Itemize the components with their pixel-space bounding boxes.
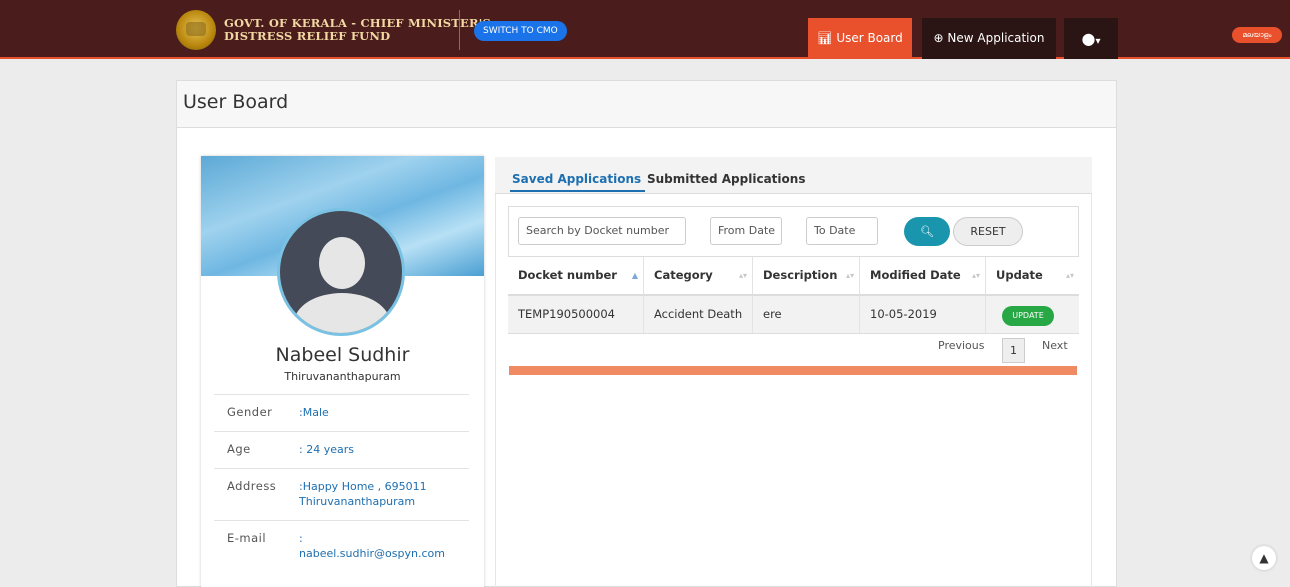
table-row: TEMP190500004 Accident Death ere 10-05-2…: [508, 296, 1079, 334]
brand[interactable]: GOVT. OF KERALA - CHIEF MINISTER'S DISTR…: [176, 10, 491, 50]
application-tabs: Saved Applications Submitted Application…: [495, 157, 1092, 194]
from-date-input[interactable]: From Date: [710, 217, 782, 245]
bar-chart-icon: 📊︎: [817, 31, 833, 45]
info-label: E-mail: [227, 531, 267, 545]
chevron-up-icon: ▲: [1259, 551, 1269, 565]
info-row-address: Address :Happy Home , 695011 Thiruvanant…: [214, 468, 469, 520]
profile-info: Gender :Male Age : 24 years Address :Hap…: [214, 394, 469, 572]
info-value: : nabeel.sudhir@ospyn.com: [299, 532, 445, 560]
avatar: [277, 208, 405, 336]
table-header: Docket number ▲ Category ▴▾ Description ▴▾ …: [508, 257, 1079, 296]
nav-user-board[interactable]: 📊︎ User Board: [808, 18, 912, 59]
profile-name: Nabeel Sudhir: [275, 344, 410, 366]
profile-place: Thiruvananthapuram: [284, 370, 401, 383]
horizontal-scrollbar[interactable]: [509, 366, 1077, 375]
info-value: :Male: [299, 406, 329, 419]
user-circle-icon: ●: [1081, 29, 1096, 48]
col-update[interactable]: Update ▴▾: [986, 257, 1079, 294]
info-label: Gender: [227, 405, 273, 419]
sort-icon: ▴▾: [845, 271, 854, 280]
col-modified-date[interactable]: Modified Date ▴▾: [860, 257, 986, 294]
divider: [459, 10, 460, 50]
col-docket-number[interactable]: Docket number ▲: [508, 257, 644, 294]
kerala-emblem-icon: [176, 10, 216, 50]
to-date-input[interactable]: To Date: [806, 217, 878, 245]
sort-icon: ▴▾: [738, 271, 747, 280]
info-row-email: E-mail : nabeel.sudhir@ospyn.com: [214, 520, 469, 572]
search-icon: 🔍︎: [920, 225, 934, 238]
pagination-next[interactable]: Next: [1042, 339, 1068, 352]
reset-button[interactable]: RESET: [953, 217, 1023, 246]
nav-new-application[interactable]: ⊕ New Application: [922, 18, 1056, 59]
pagination-previous[interactable]: Previous: [938, 339, 985, 352]
cell-docket: TEMP190500004: [508, 296, 644, 333]
tab-saved-applications[interactable]: Saved Applications: [509, 172, 646, 192]
cell-update: UPDATE: [986, 296, 1079, 333]
search-button[interactable]: 🔍︎: [904, 217, 950, 246]
tab-submitted-applications[interactable]: Submitted Applications: [647, 172, 805, 186]
sort-asc-icon: ▲: [631, 271, 638, 280]
cell-category: Accident Death: [644, 296, 753, 333]
scroll-to-top-button[interactable]: ▲: [1252, 546, 1276, 570]
page-title: User Board: [177, 81, 1116, 128]
pagination-page[interactable]: 1: [1002, 338, 1025, 363]
applications-table: Docket number ▲ Category ▴▾ Description ▴▾ …: [508, 257, 1079, 334]
update-button[interactable]: UPDATE: [1002, 306, 1054, 326]
brand-subtitle: DISTRESS RELIEF FUND: [224, 29, 391, 43]
language-toggle-button[interactable]: മലയാളം: [1232, 27, 1282, 43]
info-row-age: Age : 24 years: [214, 431, 469, 468]
switch-to-cmo-button[interactable]: SWITCH TO CMO: [474, 21, 567, 41]
info-value: :Happy Home , 695011 Thiruvananthapuram: [299, 480, 427, 508]
nav-new-application-label: New Application: [947, 31, 1045, 45]
col-category[interactable]: Category ▴▾: [644, 257, 753, 294]
profile-card: Nabeel Sudhir Thiruvananthapuram Gender …: [201, 156, 484, 587]
docket-search-input[interactable]: Search by Docket number: [518, 217, 686, 245]
search-bar: Search by Docket number From Date To Dat…: [508, 206, 1079, 257]
navbar: GOVT. OF KERALA - CHIEF MINISTER'S DISTR…: [0, 0, 1290, 59]
cell-description: ere: [753, 296, 860, 333]
info-value: : 24 years: [299, 443, 354, 456]
cell-modified-date: 10-05-2019: [860, 296, 986, 333]
sort-icon: ▴▾: [1065, 271, 1074, 280]
info-row-gender: Gender :Male: [214, 394, 469, 431]
info-label: Address: [227, 479, 277, 493]
chevron-down-icon: ▾: [1095, 36, 1101, 47]
plus-circle-icon: ⊕: [933, 31, 944, 45]
col-description[interactable]: Description ▴▾: [753, 257, 860, 294]
sort-icon: ▴▾: [971, 271, 980, 280]
user-menu-button[interactable]: ●▾: [1064, 18, 1118, 59]
info-label: Age: [227, 442, 251, 456]
nav-user-board-label: User Board: [836, 31, 903, 45]
